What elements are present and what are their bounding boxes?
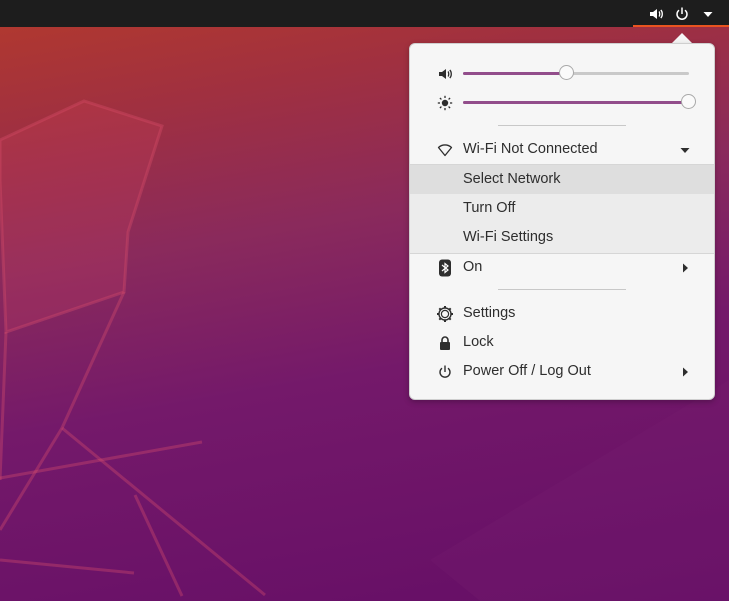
submenu-arrow-icon xyxy=(678,259,692,277)
wifi-icon xyxy=(436,141,454,159)
power-icon xyxy=(436,363,454,381)
volume-slider-row xyxy=(410,63,714,85)
lock-icon xyxy=(436,334,454,352)
brightness-slider-handle[interactable] xyxy=(681,94,696,109)
wifi-settings-item[interactable]: Wi-Fi Settings xyxy=(410,223,714,252)
turn-off-item[interactable]: Turn Off xyxy=(410,194,714,223)
volume-slider-handle[interactable] xyxy=(558,65,574,80)
separator xyxy=(498,125,626,126)
wifi-status-label: Wi-Fi Not Connected xyxy=(463,141,598,157)
brightness-slider-fill xyxy=(463,101,689,104)
bluetooth-status-label: On xyxy=(463,259,483,275)
bluetooth-menu-item[interactable]: On xyxy=(410,253,714,282)
system-tray[interactable] xyxy=(633,0,729,27)
brightness-slider[interactable] xyxy=(463,94,696,109)
brightness-slider-row xyxy=(410,92,714,114)
turn-off-label: Turn Off xyxy=(463,200,516,216)
volume-icon[interactable] xyxy=(647,5,665,23)
top-bar xyxy=(0,0,729,27)
bluetooth-icon xyxy=(436,259,454,277)
tray-active-indicator xyxy=(633,25,729,27)
separator xyxy=(498,289,626,290)
settings-menu-item[interactable]: Settings xyxy=(410,299,714,328)
wifi-settings-label: Wi-Fi Settings xyxy=(463,229,554,245)
volume-icon xyxy=(436,65,454,83)
system-menu: Wi-Fi Not Connected Select Network Turn … xyxy=(409,43,715,400)
select-network-item[interactable]: Select Network xyxy=(410,165,714,194)
lock-menu-item[interactable]: Lock xyxy=(410,328,714,357)
volume-slider[interactable] xyxy=(463,65,689,80)
submenu-arrow-icon xyxy=(678,363,692,381)
wifi-submenu: Select Network Turn Off Wi-Fi Settings xyxy=(410,164,714,254)
lock-label: Lock xyxy=(463,334,494,350)
settings-label: Settings xyxy=(463,305,516,321)
dropdown-arrow-icon[interactable] xyxy=(699,5,717,23)
power-menu-item[interactable]: Power Off / Log Out xyxy=(410,357,714,386)
wifi-menu-item[interactable]: Wi-Fi Not Connected xyxy=(410,135,714,164)
select-network-label: Select Network xyxy=(463,171,561,187)
power-icon[interactable] xyxy=(673,5,691,23)
expand-arrow-icon xyxy=(678,141,692,159)
brightness-icon xyxy=(436,94,454,112)
gear-icon xyxy=(436,305,454,323)
power-off-label: Power Off / Log Out xyxy=(463,363,591,379)
volume-slider-fill xyxy=(463,72,567,75)
